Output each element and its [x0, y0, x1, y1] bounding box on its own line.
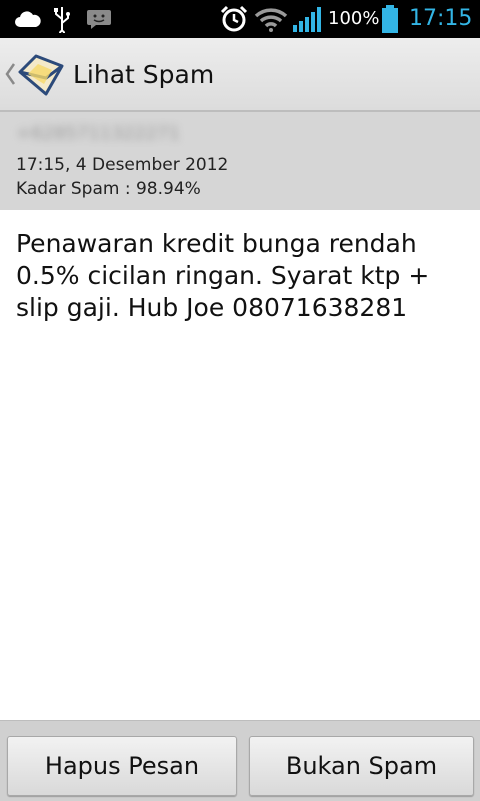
message-info: +6285711322271 17:15, 4 Desember 2012 Ka… [0, 112, 480, 210]
message-datetime: 17:15, 4 Desember 2012 [16, 155, 229, 175]
sender-number-blurred: +6285711322271 [16, 123, 180, 144]
message-notification-icon [86, 0, 112, 38]
battery-icon [381, 0, 399, 38]
page-title: Lihat Spam [73, 60, 215, 89]
spam-rate: Kadar Spam : 98.94% [16, 179, 201, 199]
usb-icon [53, 0, 71, 38]
action-bar: Lihat Spam [0, 38, 480, 112]
spam-envelope-icon[interactable] [16, 50, 66, 100]
signal-icon [292, 0, 324, 38]
alarm-icon [220, 0, 248, 38]
wifi-icon [254, 0, 288, 38]
status-clock: 17:15 [409, 6, 473, 31]
message-body: Penawaran kredit bunga rendah 0.5% cicil… [16, 229, 430, 322]
back-chevron-icon[interactable] [4, 60, 16, 88]
battery-percent: 100% [328, 8, 380, 29]
bottom-button-bar: Hapus Pesan Bukan Spam [0, 720, 480, 801]
delete-message-button[interactable]: Hapus Pesan [7, 736, 237, 796]
not-spam-button[interactable]: Bukan Spam [249, 736, 474, 796]
status-bar: 100% 17:15 [0, 0, 480, 38]
cloud-icon [14, 0, 42, 38]
